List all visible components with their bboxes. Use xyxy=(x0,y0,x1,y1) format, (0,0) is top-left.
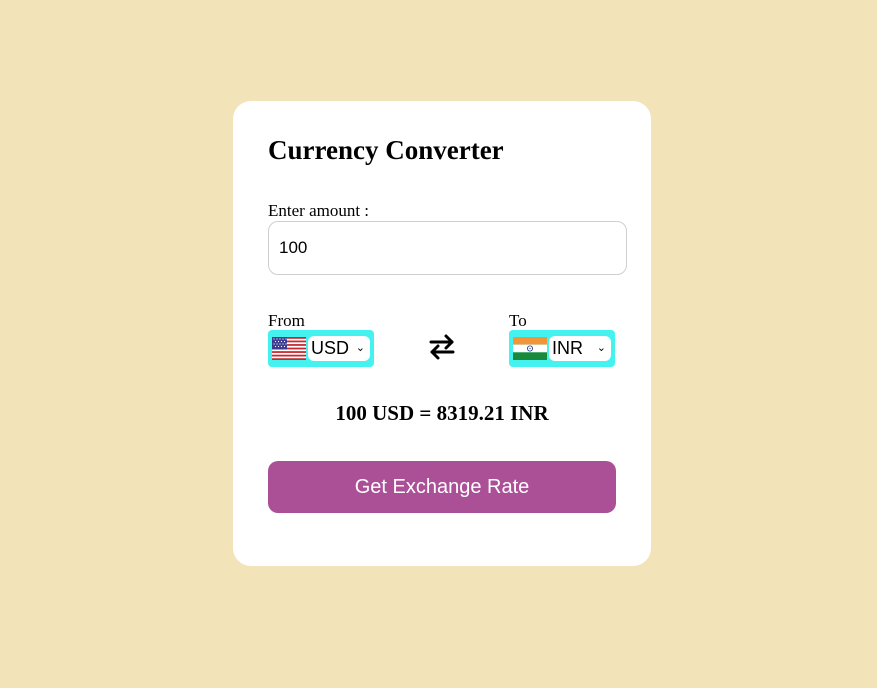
to-currency-value: INR xyxy=(552,338,583,358)
india-flag-icon xyxy=(513,337,547,360)
to-currency-select[interactable]: INR ⌄ xyxy=(509,330,615,367)
from-currency-value: USD xyxy=(311,338,350,358)
page-title: Currency Converter xyxy=(268,135,504,165)
to-label: To xyxy=(509,311,527,330)
amount-label: Enter amount : xyxy=(268,201,370,220)
get-exchange-rate-button[interactable]: Get Exchange Rate xyxy=(268,461,616,513)
from-label: From xyxy=(268,311,305,330)
exchange-result: 100 USD = 8319.21 INR xyxy=(335,401,549,425)
converter-card: Currency Converter Enter amount : From xyxy=(233,101,651,566)
to-currency-dropdown[interactable]: INR ⌄ xyxy=(549,336,611,361)
from-currency-select[interactable]: USD ⌄ xyxy=(268,330,374,367)
amount-input[interactable] xyxy=(268,221,627,275)
us-flag-icon xyxy=(272,337,306,360)
swap-arrows-icon[interactable] xyxy=(426,331,458,363)
from-currency-dropdown[interactable]: USD ⌄ xyxy=(308,336,370,361)
chevron-down-icon: ⌄ xyxy=(596,342,606,354)
chevron-down-icon: ⌄ xyxy=(355,342,365,354)
